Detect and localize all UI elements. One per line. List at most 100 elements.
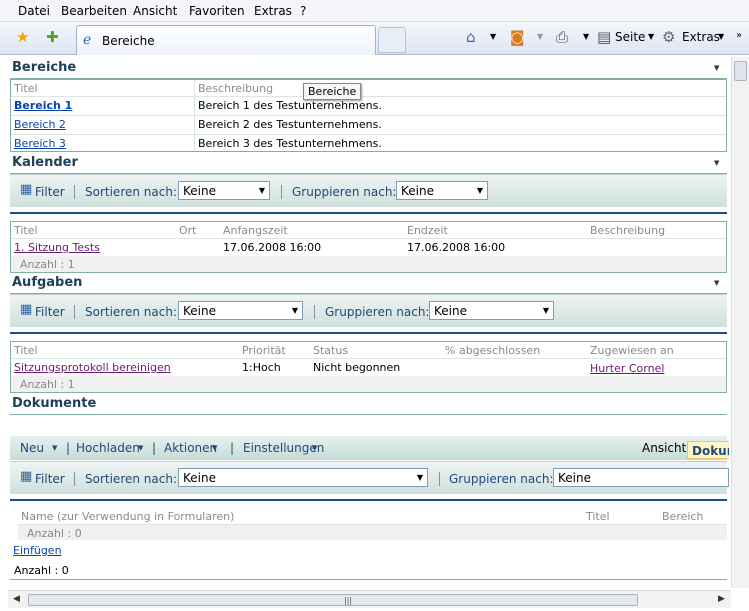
chevron-down-icon[interactable]: ▼ (138, 444, 143, 452)
row-divider (11, 115, 726, 116)
menu-datei[interactable]: Datei (18, 4, 50, 18)
toolbar-separator: | (152, 441, 157, 455)
filter-icon[interactable]: ▦ (20, 182, 32, 197)
print-icon[interactable]: ⎙ (556, 28, 568, 46)
scrollbar-thumb[interactable] (734, 61, 747, 81)
chevron-down-icon: ▼ (476, 186, 483, 195)
menu-bar: Datei Bearbeiten Ansicht Favoriten Extra… (0, 0, 749, 22)
bereiche-table: Titel Beschreibung Bereich 1 Bereich 1 d… (10, 79, 727, 152)
bereich-description: Bereich 1 des Testunternehmens. (198, 99, 382, 112)
column-header: Priorität (242, 344, 286, 357)
toolbar-separator (74, 472, 75, 486)
bereich-1-link[interactable]: Bereich 1 (14, 99, 72, 112)
chevron-down-icon[interactable]: ▼ (312, 444, 317, 452)
chevron-down-icon: ▼ (416, 473, 423, 482)
section-menu-icon[interactable]: ▼ (714, 279, 719, 287)
count-row (11, 376, 726, 392)
gear-icon[interactable]: ⚙ (662, 28, 675, 46)
scroll-right-icon[interactable]: ▶ (718, 594, 725, 604)
add-favorite-icon[interactable]: ✚ (46, 28, 59, 46)
kalender-table: Titel Ort Anfangszeit Endzeit Beschreibu… (10, 221, 727, 273)
chevron-down-icon: ▼ (291, 306, 298, 315)
bereich-3-link[interactable]: Bereich 3 (14, 137, 66, 150)
bereich-description: Bereich 3 des Testunternehmens. (198, 137, 382, 150)
toolbar-separator (314, 305, 315, 319)
extras-dropdown-icon[interactable]: ▼ (718, 32, 724, 41)
aufgaben-count: Anzahl : 1 (20, 378, 75, 391)
horizontal-scrollbar[interactable]: ◀ ||| ▶ (8, 590, 731, 608)
task-link[interactable]: Sitzungsprotokoll bereinigen (14, 361, 171, 374)
dokumente-toolbar: Neu ▼ | Hochladen ▼ | Aktionen ▼ | Einst… (10, 436, 729, 460)
feed-dropdown-icon[interactable]: ▼ (537, 32, 543, 41)
tab-bereiche[interactable]: ℯ Bereiche (76, 25, 376, 55)
column-header: Titel (14, 82, 38, 95)
event-start: 17.06.2008 16:00 (223, 241, 322, 254)
chevron-down-icon[interactable]: ▼ (212, 444, 217, 452)
extras-menu[interactable]: Extras (682, 30, 720, 44)
group-select[interactable]: Keine (553, 468, 729, 487)
blue-divider (10, 212, 727, 214)
menu-favoriten[interactable]: Favoriten (189, 4, 245, 18)
filter-icon[interactable]: ▦ (20, 469, 32, 484)
scroll-left-icon[interactable]: ◀ (13, 594, 20, 604)
filter-icon[interactable]: ▦ (20, 302, 32, 317)
menu-help[interactable]: ? (300, 4, 306, 18)
einfuegen-link[interactable]: Einfügen (13, 544, 62, 557)
new-tab-button[interactable] (378, 27, 406, 53)
print-dropdown-icon[interactable]: ▼ (583, 32, 589, 41)
section-divider (10, 579, 727, 580)
aktionen-menu[interactable]: Aktionen (164, 441, 217, 455)
blue-divider (10, 499, 727, 501)
sort-label: Sortieren nach: (85, 185, 177, 199)
filter-button[interactable]: Filter (35, 472, 65, 486)
ansicht-select[interactable]: Dokum (687, 441, 729, 459)
ie-logo-icon: ℯ (83, 32, 92, 48)
section-menu-icon[interactable]: ▼ (714, 159, 719, 167)
menu-extras[interactable]: Extras (254, 4, 292, 18)
group-select[interactable]: Keine ▼ (396, 181, 488, 200)
home-dropdown-icon[interactable]: ▼ (490, 32, 496, 41)
row-divider (11, 134, 726, 135)
chevron-down-icon[interactable]: ▼ (52, 444, 57, 452)
column-header: Anfangszeit (223, 224, 288, 237)
filter-button[interactable]: Filter (35, 305, 65, 319)
menu-ansicht[interactable]: Ansicht (133, 4, 177, 18)
hochladen-menu[interactable]: Hochladen (76, 441, 140, 455)
sort-label: Sortieren nach: (85, 472, 177, 486)
group-label: Gruppieren nach: (292, 185, 397, 199)
row-divider (11, 238, 726, 239)
assigned-user-link[interactable]: Hurter Cornel (590, 362, 664, 375)
kalender-filter-bar: ▦ Filter Sortieren nach: Keine ▼ Gruppier… (10, 174, 727, 207)
home-icon[interactable]: ⌂ (466, 28, 476, 46)
section-menu-icon[interactable]: ▼ (714, 64, 719, 72)
column-header: Status (313, 344, 349, 357)
column-header: Beschreibung (590, 224, 666, 237)
page-content: Bereiche ▼ Titel Beschreibung Bereich 1 … (8, 57, 729, 588)
seite-menu[interactable]: Seite (615, 30, 645, 44)
column-header: Titel (14, 344, 38, 357)
menu-bearbeiten[interactable]: Bearbeiten (61, 4, 127, 18)
dokumente-table: Name (zur Verwendung in Formularen) Tite… (18, 508, 727, 540)
column-header: Titel (586, 510, 610, 523)
sort-select[interactable]: Keine ▼ (178, 301, 303, 320)
favorites-star-icon[interactable]: ★ (16, 28, 29, 46)
blue-divider (10, 332, 727, 334)
bereich-2-link[interactable]: Bereich 2 (14, 118, 66, 131)
page-icon[interactable]: ▤ (597, 28, 611, 46)
column-header: Endzeit (407, 224, 448, 237)
tab-title: Bereiche (102, 34, 155, 48)
neu-menu[interactable]: Neu (20, 441, 44, 455)
sort-label: Sortieren nach: (85, 305, 177, 319)
seite-dropdown-icon[interactable]: ▼ (648, 32, 654, 41)
sort-select[interactable]: Keine ▼ (178, 468, 428, 487)
rss-feed-icon[interactable]: ◙ (510, 28, 525, 46)
group-select[interactable]: Keine ▼ (429, 301, 554, 320)
vertical-scrollbar[interactable] (731, 57, 749, 588)
count-row (18, 525, 727, 540)
filter-button[interactable]: Filter (35, 185, 65, 199)
column-header: Name (zur Verwendung in Formularen) (21, 510, 235, 523)
scrollbar-thumb[interactable]: ||| (28, 594, 638, 606)
toolbar-overflow-icon[interactable]: » (736, 30, 742, 41)
event-link[interactable]: 1. Sitzung Tests (14, 241, 100, 254)
sort-select[interactable]: Keine ▼ (178, 181, 270, 200)
